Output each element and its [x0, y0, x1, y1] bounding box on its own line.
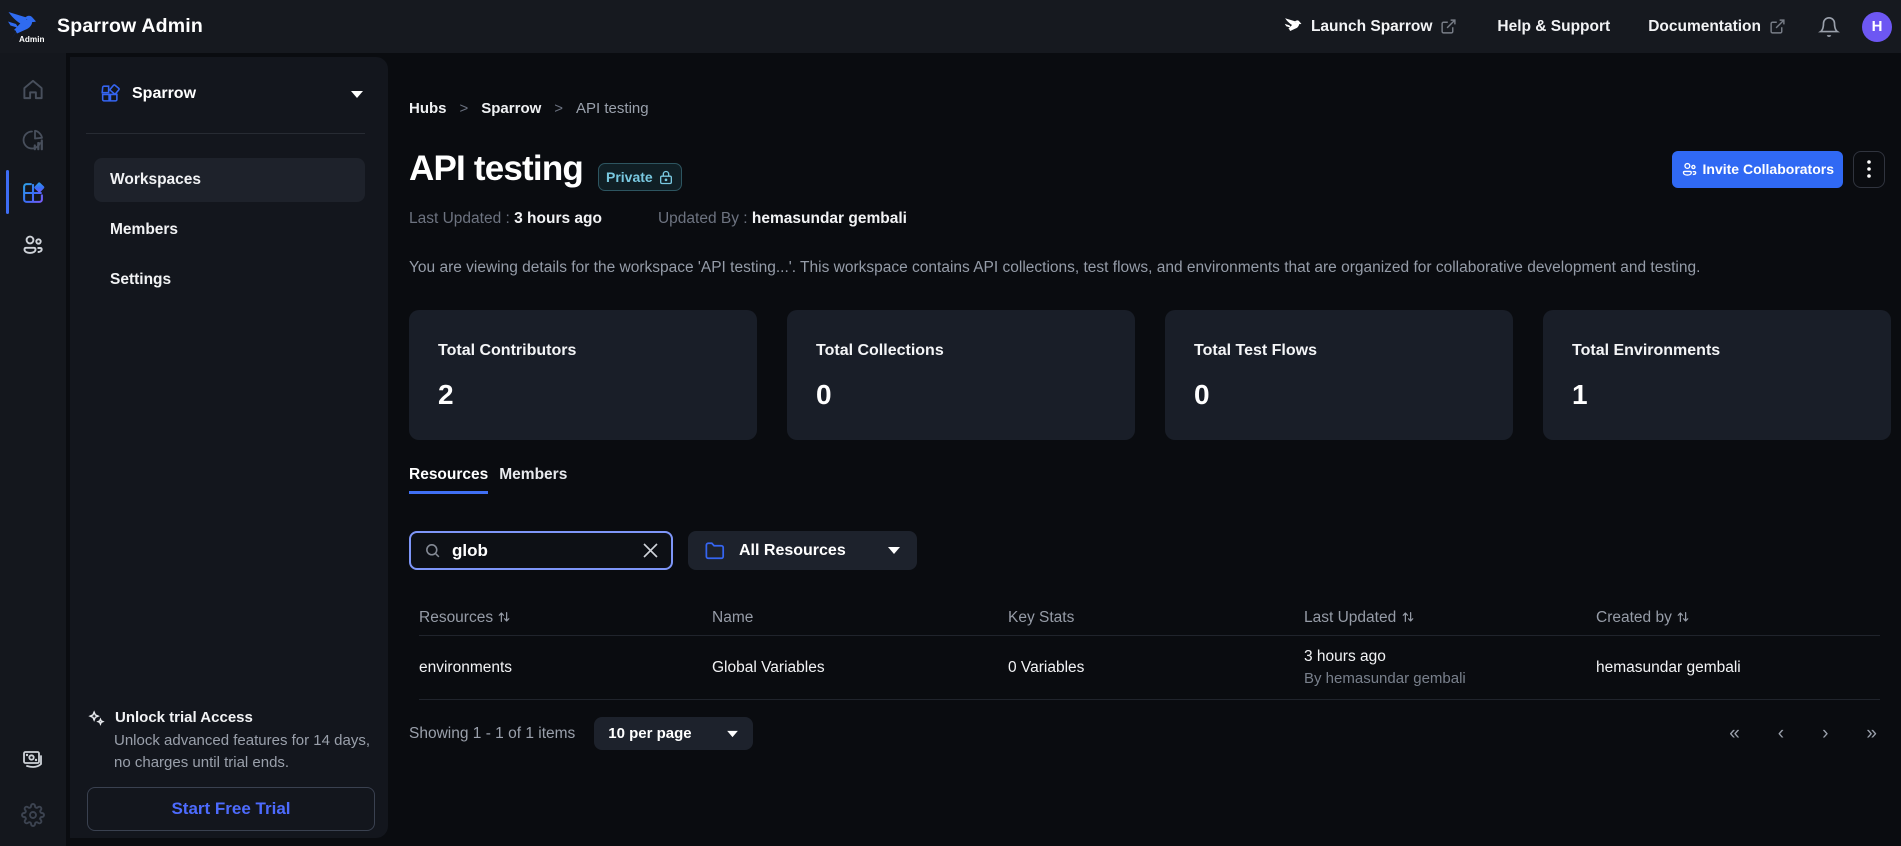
svg-text:Admin: Admin [19, 35, 44, 44]
